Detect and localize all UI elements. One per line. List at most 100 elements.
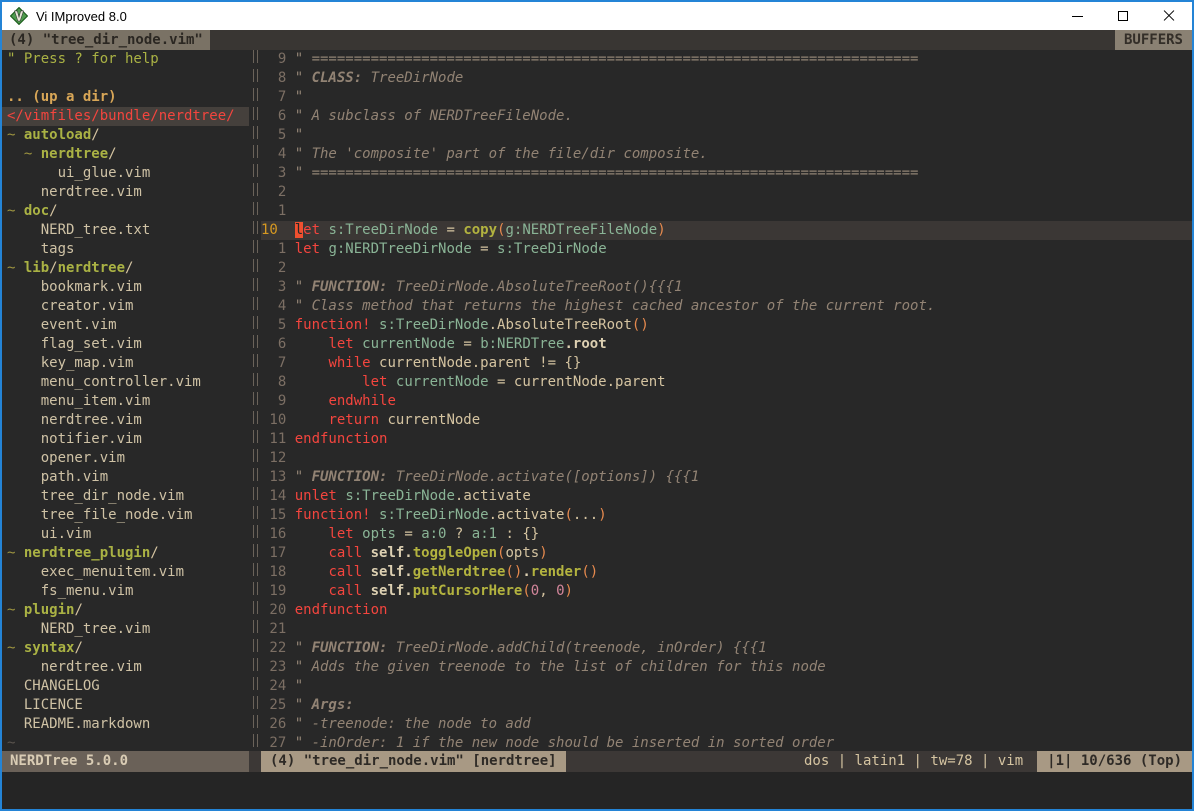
tree-item[interactable]: flag_set.vim (7, 335, 249, 354)
tree-item[interactable]: creator.vim (7, 297, 249, 316)
line-number: 26 (261, 716, 295, 732)
text-segment: 0 (556, 583, 564, 599)
line-number: 4 (261, 298, 295, 314)
code-line[interactable]: 24 " (261, 677, 1192, 696)
code-line[interactable]: 3 " FUNCTION: TreeDirNode.AbsoluteTreeRo… (261, 278, 1192, 297)
code-line[interactable]: 1 (261, 202, 1192, 221)
tree-item[interactable]: event.vim (7, 316, 249, 335)
tree-item[interactable]: ~ nerdtree/ (7, 145, 249, 164)
tree-item[interactable]: ~ lib/nerdtree/ (7, 259, 249, 278)
code-line[interactable]: 27 " -inOrder: 1 if the new node should … (261, 734, 1192, 751)
code-line[interactable]: 8 let currentNode = currentNode.parent (261, 373, 1192, 392)
code-line[interactable]: 10 return currentNode (261, 411, 1192, 430)
tree-item[interactable]: nerdtree.vim (7, 411, 249, 430)
tree-item[interactable]: path.vim (7, 468, 249, 487)
tree-item[interactable]: nerdtree.vim (7, 183, 249, 202)
close-button[interactable] (1146, 2, 1192, 30)
text-segment: nerdtree.vim (7, 659, 142, 675)
tree-item[interactable] (7, 69, 249, 88)
code-line[interactable]: 7 " (261, 88, 1192, 107)
code-line[interactable]: 25 " Args: (261, 696, 1192, 715)
text-segment: flag_set.vim (7, 336, 142, 352)
code-line[interactable]: 6 " A subclass of NERDTreeFileNode. (261, 107, 1192, 126)
text-segment (295, 374, 362, 390)
line-number: 10 (261, 412, 295, 428)
code-line[interactable]: 14 unlet s:TreeDirNode.activate (261, 487, 1192, 506)
minimize-button[interactable] (1054, 2, 1100, 30)
code-line[interactable]: 2 (261, 259, 1192, 278)
code-line[interactable]: 4 " The 'composite' part of the file/dir… (261, 145, 1192, 164)
code-line[interactable]: 3 " ====================================… (261, 164, 1192, 183)
code-line[interactable]: 21 (261, 620, 1192, 639)
code-line[interactable]: 12 (261, 449, 1192, 468)
tree-item[interactable]: ~ doc/ (7, 202, 249, 221)
code-line[interactable]: 4 " Class method that returns the highes… (261, 297, 1192, 316)
tree-item[interactable]: .. (up a dir) (7, 88, 249, 107)
tree-item[interactable]: opener.vim (7, 449, 249, 468)
tree-item[interactable]: ~ (7, 734, 249, 751)
tree-root-path: </vimfiles/bundle/nerdtree/ (7, 108, 235, 124)
tree-item[interactable]: notifier.vim (7, 430, 249, 449)
code-line[interactable]: 6 let currentNode = b:NERDTree.root (261, 335, 1192, 354)
tab-tree-dir-node[interactable]: (4) "tree_dir_node.vim" (2, 30, 210, 50)
code-line[interactable]: 5 " (261, 126, 1192, 145)
maximize-button[interactable] (1100, 2, 1146, 30)
code-line[interactable]: 22 " FUNCTION: TreeDirNode.addChild(tree… (261, 639, 1192, 658)
tree-item[interactable]: ~ autoload/ (7, 126, 249, 145)
tree-item[interactable]: tags (7, 240, 249, 259)
code-line[interactable]: 1 let g:NERDTreeDirNode = s:TreeDirNode (261, 240, 1192, 259)
text-segment: / (49, 260, 57, 276)
tree-item[interactable]: README.markdown (7, 715, 249, 734)
code-line[interactable]: 26 " -treenode: the node to add (261, 715, 1192, 734)
tree-item[interactable]: fs_menu.vim (7, 582, 249, 601)
code-line[interactable]: 19 call self.putCursorHere(0, 0) (261, 582, 1192, 601)
tree-item[interactable]: ~ syntax/ (7, 639, 249, 658)
code-line[interactable]: 9 endwhile (261, 392, 1192, 411)
code-line[interactable]: 15 function! s:TreeDirNode.activate(...) (261, 506, 1192, 525)
text-segment: tags (7, 241, 74, 257)
tree-item[interactable]: ui.vim (7, 525, 249, 544)
line-number: 13 (261, 469, 295, 485)
text-segment: endfunction (295, 602, 388, 618)
tree-item[interactable]: CHANGELOG (7, 677, 249, 696)
code-line[interactable]: 5 function! s:TreeDirNode.AbsoluteTreeRo… (261, 316, 1192, 335)
code-line[interactable]: 2 (261, 183, 1192, 202)
line-number: 19 (261, 583, 295, 599)
tree-item[interactable]: menu_item.vim (7, 392, 249, 411)
code-line[interactable]: 13 " FUNCTION: TreeDirNode.activate([opt… (261, 468, 1192, 487)
nerdtree-status: NERDTree 5.0.0 (2, 751, 249, 772)
text-segment: getNerdtree (413, 564, 506, 580)
text-segment: / (74, 640, 82, 656)
tree-item[interactable]: key_map.vim (7, 354, 249, 373)
code-line[interactable]: 18 call self.getNerdtree().render() (261, 563, 1192, 582)
tree-item[interactable]: NERD_tree.vim (7, 620, 249, 639)
code-line[interactable]: 9 " ====================================… (261, 50, 1192, 69)
tree-item[interactable]: ui_glue.vim (7, 164, 249, 183)
text-segment: ~ (24, 146, 41, 162)
text-segment (295, 393, 329, 409)
tree-item[interactable]: NERD_tree.txt (7, 221, 249, 240)
code-line[interactable]: 16 let opts = a:0 ? a:1 : {} (261, 525, 1192, 544)
code-line[interactable]: 17 call self.toggleOpen(opts) (261, 544, 1192, 563)
window-split-separator[interactable] (249, 50, 261, 751)
tree-item[interactable]: tree_file_node.vim (7, 506, 249, 525)
tree-item[interactable]: exec_menuitem.vim (7, 563, 249, 582)
tree-item[interactable]: ~ nerdtree_plugin/ (7, 544, 249, 563)
tree-item[interactable]: menu_controller.vim (7, 373, 249, 392)
code-line[interactable]: 11 endfunction (261, 430, 1192, 449)
tree-item[interactable]: " Press ? for help (7, 50, 249, 69)
text-segment: ) (657, 222, 665, 238)
tree-item[interactable]: tree_dir_node.vim (7, 487, 249, 506)
tree-item[interactable]: ~ plugin/ (7, 601, 249, 620)
text-segment: . (522, 564, 530, 580)
tree-item[interactable]: LICENCE (7, 696, 249, 715)
code-line[interactable]: 20 endfunction (261, 601, 1192, 620)
code-line[interactable]: 8 " CLASS: TreeDirNode (261, 69, 1192, 88)
tree-item[interactable]: </vimfiles/bundle/nerdtree/ (2, 107, 249, 126)
tree-item[interactable]: bookmark.vim (7, 278, 249, 297)
code-line[interactable]: 10 let s:TreeDirNode = copy(g:NERDTreeFi… (261, 221, 1192, 240)
code-line[interactable]: 23 " Adds the given treenode to the list… (261, 658, 1192, 677)
dir-autoload: autoload (24, 127, 91, 143)
code-line[interactable]: 7 while currentNode.parent != {} (261, 354, 1192, 373)
tree-item[interactable]: nerdtree.vim (7, 658, 249, 677)
